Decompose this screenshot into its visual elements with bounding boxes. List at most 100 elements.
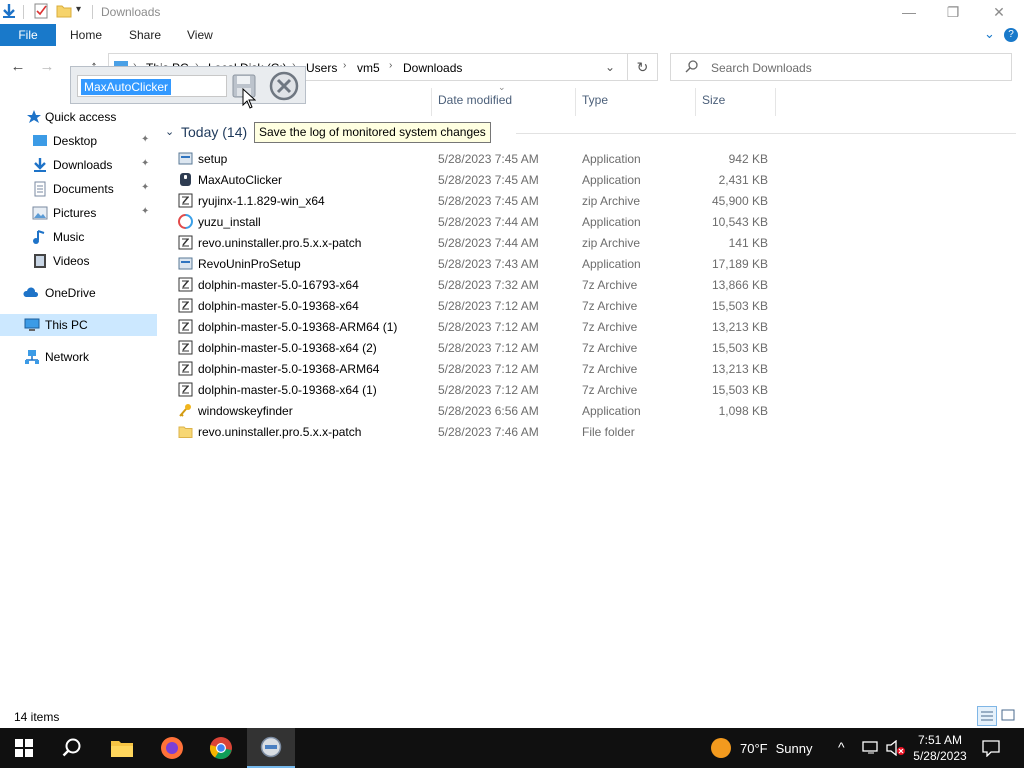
breadcrumb-vm5[interactable]: vm5	[357, 61, 380, 75]
customize-toolbar-icon[interactable]: ▾	[76, 4, 81, 15]
sidebar-item-downloads[interactable]: Downloads ✦	[0, 154, 157, 176]
sidebar-item-pictures[interactable]: Pictures ✦	[0, 202, 157, 224]
taskbar-firefox[interactable]	[148, 728, 196, 768]
column-header-type[interactable]: Type	[582, 93, 608, 113]
file-date: 5/28/2023 7:43 AM	[438, 257, 539, 271]
breadcrumb-users[interactable]: Users	[306, 61, 337, 75]
help-icon[interactable]: ?	[1004, 28, 1018, 42]
folder-icon	[178, 424, 193, 439]
file-row[interactable]: setup 5/28/2023 7:45 AM Application 942 KB	[172, 148, 782, 169]
file-row[interactable]: dolphin-master-5.0-16793-x64 5/28/2023 7:…	[172, 274, 782, 295]
start-button[interactable]	[0, 728, 48, 768]
taskbar-active-app[interactable]	[247, 728, 295, 768]
file-row[interactable]: MaxAutoClicker 5/28/2023 7:45 AM Applicati…	[172, 169, 782, 190]
file-name: yuzu_install	[198, 215, 261, 229]
file-date: 5/28/2023 7:45 AM	[438, 194, 539, 208]
mouse-app-icon	[178, 172, 193, 187]
ribbon-expand-icon[interactable]: ⌄	[984, 26, 995, 42]
column-divider[interactable]	[695, 88, 696, 116]
file-type: 7z Archive	[582, 341, 638, 355]
file-type: 7z Archive	[582, 383, 638, 397]
new-folder-icon[interactable]	[56, 3, 72, 19]
minimize-button[interactable]: —	[886, 0, 932, 24]
sidebar-item-desktop[interactable]: Desktop ✦	[0, 130, 157, 152]
file-type: Application	[582, 173, 641, 187]
column-header-date[interactable]: Date modified	[438, 93, 512, 113]
close-icon: ✕	[993, 3, 1005, 20]
column-divider[interactable]	[775, 88, 776, 116]
file-size: 15,503 KB	[711, 341, 768, 355]
properties-icon[interactable]	[33, 3, 49, 19]
network-icon	[25, 350, 39, 364]
taskbar-file-explorer[interactable]	[98, 728, 146, 768]
sidebar-item-quick-access[interactable]: Quick access	[0, 106, 157, 128]
sidebar-item-onedrive[interactable]: OneDrive	[0, 282, 157, 304]
file-row[interactable]: dolphin-master-5.0-19368-x64 5/28/2023 7:…	[172, 295, 782, 316]
file-row[interactable]: dolphin-master-5.0-19368-ARM64 (1) 5/28/2…	[172, 316, 782, 337]
sidebar-item-network[interactable]: Network	[0, 346, 157, 368]
file-type: 7z Archive	[582, 362, 638, 376]
large-icons-view-button[interactable]	[999, 706, 1019, 726]
taskbar-chrome[interactable]	[197, 728, 245, 768]
file-row[interactable]: revo.uninstaller.pro.5.x.x-patch 5/28/202…	[172, 232, 782, 253]
close-circle-icon[interactable]	[268, 70, 300, 102]
file-row[interactable]: revo.uninstaller.pro.5.x.x-patch 5/28/202…	[172, 421, 782, 442]
file-date: 5/28/2023 7:46 AM	[438, 425, 539, 439]
chevron-down-icon[interactable]: ⌄	[165, 125, 174, 138]
rename-overlay: MaxAutoClicker	[70, 66, 306, 104]
pictures-icon	[32, 206, 48, 220]
archive-icon	[178, 193, 193, 208]
sidebar-item-label: This PC	[45, 318, 88, 332]
search-input[interactable]: Search Downloads	[670, 53, 1012, 81]
forward-button[interactable]: →	[37, 58, 57, 76]
tab-file[interactable]: File	[0, 24, 56, 46]
refresh-button[interactable]: ↻	[628, 53, 658, 81]
file-row[interactable]: yuzu_install 5/28/2023 7:44 AM Application…	[172, 211, 782, 232]
close-button[interactable]: ✕	[976, 0, 1022, 24]
file-name: dolphin-master-5.0-19368-x64 (2)	[198, 341, 377, 355]
archive-icon	[178, 319, 193, 334]
file-type: 7z Archive	[582, 320, 638, 334]
tab-share[interactable]: Share	[129, 28, 161, 42]
back-button[interactable]: ←	[8, 58, 28, 76]
tray-overflow-icon[interactable]: ^	[838, 739, 845, 755]
column-divider[interactable]	[575, 88, 576, 116]
file-row[interactable]: windowskeyfinder 5/28/2023 6:56 AM Applica…	[172, 400, 782, 421]
column-divider[interactable]	[431, 88, 432, 116]
file-row[interactable]: ryujinx-1.1.829-win_x64 5/28/2023 7:45 AM…	[172, 190, 782, 211]
name-input[interactable]: MaxAutoClicker	[77, 75, 227, 97]
network-status-icon[interactable]	[862, 740, 880, 756]
file-row[interactable]: RevoUninProSetup 5/28/2023 7:43 AM Applica…	[172, 253, 782, 274]
file-date: 5/28/2023 7:12 AM	[438, 299, 539, 313]
tab-view[interactable]: View	[187, 28, 213, 42]
file-row[interactable]: dolphin-master-5.0-19368-x64 (1) 5/28/202…	[172, 379, 782, 400]
weather-widget[interactable]: 70°F Sunny	[710, 728, 812, 768]
sidebar-item-videos[interactable]: Videos	[0, 250, 157, 272]
mouse-cursor-icon	[242, 88, 256, 109]
breadcrumb-separator: ›	[389, 60, 393, 71]
breadcrumb-downloads[interactable]: Downloads	[403, 61, 462, 75]
restore-button[interactable]: ❐	[930, 0, 976, 24]
file-row[interactable]: dolphin-master-5.0-19368-ARM64 5/28/2023 …	[172, 358, 782, 379]
details-view-button[interactable]	[977, 706, 997, 726]
sort-indicator-icon: ⌄	[498, 82, 506, 92]
file-row[interactable]: dolphin-master-5.0-19368-x64 (2) 5/28/202…	[172, 337, 782, 358]
tab-home[interactable]: Home	[70, 28, 102, 42]
file-type: Application	[582, 215, 641, 229]
sidebar-item-documents[interactable]: Documents ✦	[0, 178, 157, 200]
music-icon	[33, 230, 45, 244]
clock[interactable]: 7:51 AM 5/28/2023	[910, 732, 970, 764]
address-dropdown-icon[interactable]: ⌄	[605, 60, 615, 74]
search-button[interactable]	[48, 728, 96, 768]
column-header-size[interactable]: Size	[702, 93, 725, 113]
sidebar-item-music[interactable]: Music	[0, 226, 157, 248]
notifications-icon[interactable]	[982, 739, 1000, 757]
volume-muted-icon[interactable]	[886, 740, 906, 756]
yuzu-icon	[178, 214, 193, 229]
download-folder-icon[interactable]	[1, 3, 17, 19]
sun-icon	[711, 738, 731, 758]
weather-text: Sunny	[775, 740, 813, 756]
sidebar-item-this-pc[interactable]: This PC	[0, 314, 157, 336]
restore-icon: ❐	[946, 3, 960, 20]
sidebar-item-label: Quick access	[45, 110, 117, 124]
